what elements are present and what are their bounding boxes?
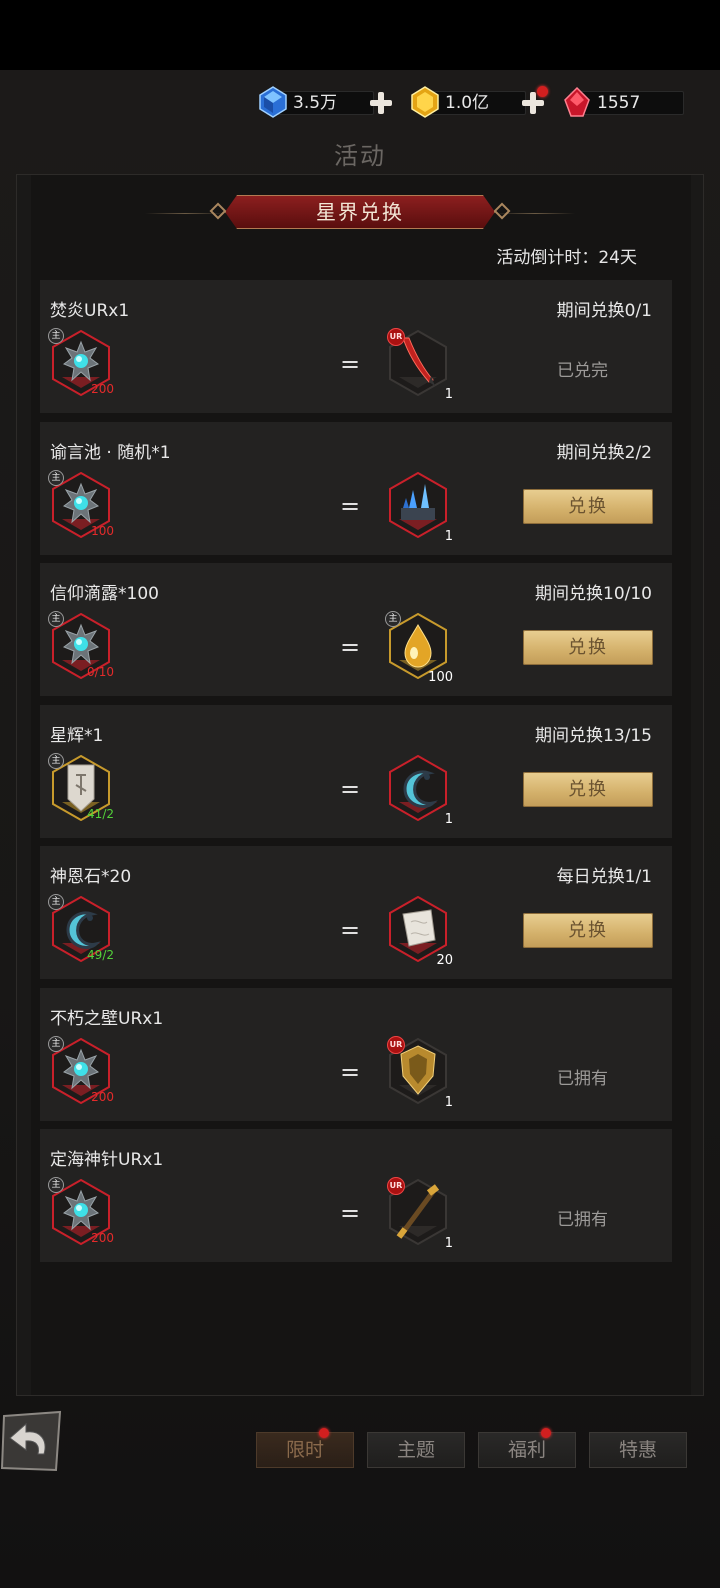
cost-count: 0/10 (87, 665, 114, 679)
reward-item[interactable]: UR 1 (387, 328, 453, 402)
bottom-tab-bar: 限时 主题 福利 特惠 (0, 1428, 720, 1470)
cost-item[interactable]: 主 41/2 (48, 752, 114, 821)
ur-tag: UR (387, 328, 405, 346)
notification-dot (319, 1428, 329, 1438)
equals-sign: = (340, 774, 361, 803)
equals-sign: = (340, 1199, 361, 1227)
exchange-row: 星辉*1 期间兑换13/15 主 41/2 = 1 兑换 (40, 704, 672, 838)
exchange-quota: 每日兑换1/1 (556, 867, 652, 887)
equals-sign: = (340, 633, 361, 661)
exchange-row: 神恩石*20 每日兑换1/1 主 49/2 = 20 兑换 (40, 846, 672, 979)
reward-item[interactable]: UR 1 (387, 1177, 453, 1251)
main-tag: 主 (385, 611, 401, 627)
notification-dot (541, 1428, 551, 1438)
exchange-quota: 期间兑换10/10 (535, 584, 652, 604)
cost-item[interactable]: 主 0/10 (48, 611, 114, 679)
exchange-quota: 期间兑换0/1 (556, 301, 652, 321)
cost-item[interactable]: 主 100 (48, 469, 114, 538)
cost-item[interactable]: 主 49/2 (48, 894, 114, 962)
page-title: 活动 (334, 142, 386, 170)
reward-count: 1 (444, 1094, 453, 1110)
tab-label: 特惠 (618, 1439, 657, 1461)
equals-sign: = (340, 491, 361, 520)
reward-item[interactable]: 1 (389, 754, 453, 827)
add-blue-gem-icon[interactable] (370, 92, 392, 114)
reward-count: 20 (436, 953, 453, 968)
currency-blue-gem[interactable]: 3.5万 (258, 86, 394, 118)
main-tag: 主 (48, 1177, 64, 1193)
cost-item[interactable]: 主 200 (48, 1177, 114, 1245)
main-tag: 主 (48, 328, 64, 344)
tab-label: 主题 (396, 1439, 435, 1461)
cost-count: 200 (91, 382, 114, 396)
status-bar-area (0, 0, 720, 70)
reward-item[interactable]: 主 100 (385, 611, 453, 685)
tab-label: 福利 (507, 1439, 546, 1461)
equals-sign: = (340, 1057, 361, 1086)
exchange-status: 已拥有 (557, 1210, 608, 1230)
exchange-row: 不朽之壁URx1 主 200 = UR 1 已拥有 (40, 987, 672, 1121)
crystal-altar-icon (389, 471, 447, 538)
gold-gem-icon (411, 86, 439, 118)
exchange-row: 谕言池 · 随机*1 期间兑换2/2 主 100 = 1 兑换 (40, 421, 672, 555)
main-tag: 主 (48, 1035, 64, 1052)
reward-count: 100 (428, 670, 453, 685)
exchange-button[interactable]: 兑换 (523, 771, 653, 807)
cost-count: 200 (91, 1089, 114, 1104)
exchange-row: 焚炎URx1 期间兑换0/1 主 200 = UR 1 已兑完 (40, 280, 672, 413)
exchange-item-title: 焚炎URx1 (50, 301, 130, 321)
tab-theme[interactable]: 主题 (367, 1432, 465, 1468)
notification-dot (537, 86, 548, 97)
exchange-button[interactable]: 兑换 (523, 913, 653, 948)
cost-count: 200 (91, 1231, 114, 1245)
exchange-status: 已兑完 (557, 361, 608, 381)
reward-item[interactable]: 1 (389, 471, 453, 544)
cost-count: 49/2 (87, 948, 114, 962)
tab-label: 限时 (285, 1439, 324, 1461)
reward-count: 1 (444, 1236, 453, 1251)
reward-count: 1 (444, 387, 453, 402)
event-banner-title: 星界兑换 (225, 195, 495, 229)
exchange-item-title: 不朽之壁URx1 (50, 1008, 164, 1029)
main-tag: 主 (48, 469, 64, 486)
exchange-status: 已拥有 (557, 1068, 608, 1089)
main-tag: 主 (48, 611, 64, 627)
cost-item[interactable]: 主 200 (48, 328, 114, 396)
tab-special-offer[interactable]: 特惠 (589, 1432, 687, 1468)
exchange-item-title: 谕言池 · 随机*1 (50, 442, 171, 463)
exchange-button[interactable]: 兑换 (523, 488, 653, 524)
reward-count: 1 (444, 528, 453, 544)
cost-item[interactable]: 主 200 (48, 1035, 114, 1104)
exchange-item-title: 星辉*1 (50, 725, 104, 746)
exchange-item-title: 神恩石*20 (50, 867, 132, 887)
reward-item[interactable]: 20 (389, 896, 453, 968)
exchange-quota: 期间兑换13/15 (535, 725, 652, 746)
main-tag: 主 (48, 894, 64, 910)
equals-sign: = (340, 350, 361, 378)
ur-tag: UR (387, 1035, 405, 1054)
crescent-stone-icon (389, 754, 447, 821)
exchange-row: 信仰滴露*100 期间兑换10/10 主 0/10 = 主 100 兑换 (40, 563, 672, 696)
exchange-item-title: 信仰滴露*100 (50, 584, 159, 604)
ur-tag: UR (387, 1177, 405, 1195)
exchange-quota: 期间兑换2/2 (556, 442, 652, 463)
cost-count: 100 (91, 523, 114, 538)
exchange-button[interactable]: 兑换 (523, 630, 653, 665)
event-countdown: 活动倒计时：24天 (496, 248, 637, 268)
tab-limited[interactable]: 限时 (256, 1432, 354, 1468)
reward-item[interactable]: UR 1 (387, 1035, 453, 1110)
tab-welfare[interactable]: 福利 (478, 1432, 576, 1468)
currency-gold-gem[interactable]: 1.0亿 (410, 86, 548, 118)
exchange-row: 定海神针URx1 主 200 = UR 1 已拥有 (40, 1129, 672, 1262)
currency-red-crystal[interactable]: 1557 (562, 86, 684, 117)
reward-count: 1 (444, 811, 453, 827)
cost-count: 41/2 (87, 806, 114, 821)
main-tag: 主 (48, 752, 64, 769)
equals-sign: = (340, 916, 361, 944)
blue-gem-icon (259, 86, 287, 118)
exchange-item-title: 定海神针URx1 (50, 1150, 164, 1170)
red-crystal-icon (564, 86, 590, 117)
